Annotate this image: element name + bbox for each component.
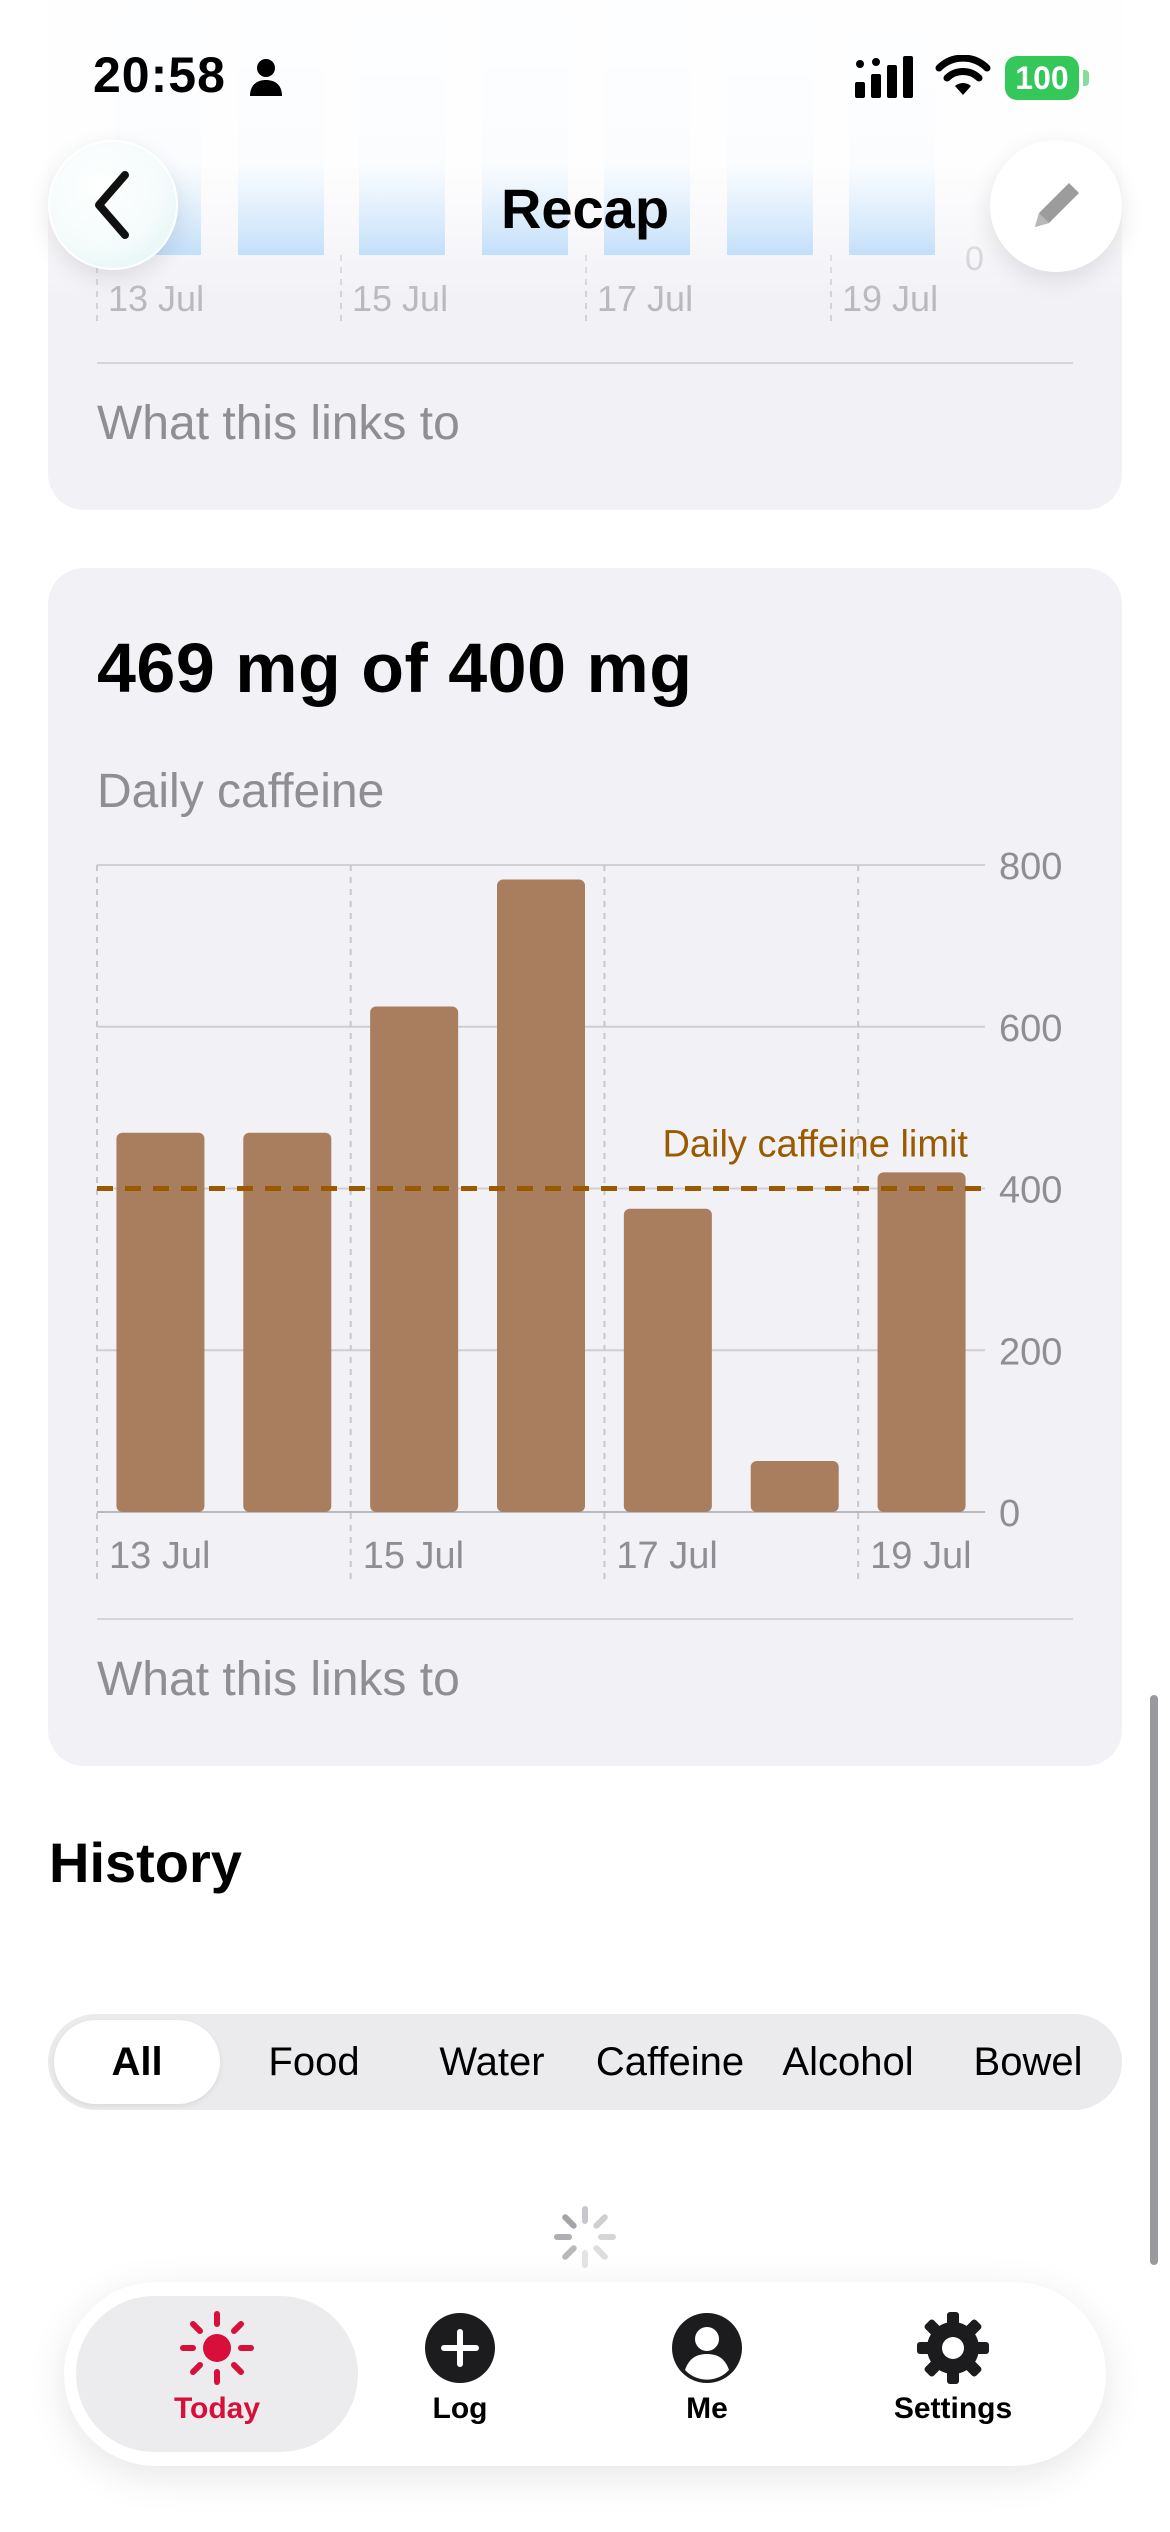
chart-limit-label: Daily caffeine limit	[662, 1124, 968, 1166]
person-circle-icon	[672, 2313, 742, 2383]
chart-y-tick: 800	[999, 846, 1062, 888]
filter-caffeine[interactable]: Caffeine	[582, 2014, 758, 2110]
filter-bowel[interactable]: Bowel	[938, 2014, 1118, 2110]
chart-bar	[750, 1461, 839, 1512]
filter-food[interactable]: Food	[226, 2014, 402, 2110]
caffeine-links-button[interactable]: What this links to	[97, 1652, 460, 1707]
plus-circle-icon	[425, 2313, 495, 2383]
chart-bar	[497, 879, 585, 1512]
gear-icon	[917, 2312, 989, 2384]
tab-log[interactable]: Log	[360, 2310, 560, 2450]
chart-y-tick: 600	[999, 1008, 1062, 1050]
tab-label: Log	[432, 2392, 488, 2425]
tab-label: Today	[173, 2392, 261, 2425]
divider	[97, 1618, 1073, 1620]
chart-x-tick: 17 Jul	[616, 1535, 717, 1577]
history-filter-control: All Food Water Caffeine Alcohol Bowel	[48, 2014, 1122, 2110]
filter-water[interactable]: Water	[402, 2014, 582, 2110]
caffeine-chart: 0 200 400 600 800 13 Jul 15 Jul 17 Jul 19 Jul Dai…	[96, 846, 1062, 1580]
tab-today[interactable]: Today	[117, 2310, 317, 2450]
chart-x-tick: 13 Jul	[109, 1535, 210, 1577]
tab-settings[interactable]: Settings	[853, 2310, 1053, 2450]
tab-me[interactable]: Me	[607, 2310, 807, 2450]
filter-alcohol[interactable]: Alcohol	[758, 2014, 938, 2110]
chart-bar	[877, 1172, 966, 1512]
tab-label: Me	[686, 2392, 728, 2425]
tab-label: Settings	[893, 2392, 1013, 2425]
chart-bar	[243, 1132, 332, 1512]
chart-x-tick: 19 Jul	[870, 1535, 971, 1577]
chart-y-tick: 200	[999, 1331, 1062, 1373]
chart-x-tick: 15 Jul	[363, 1535, 464, 1577]
chart-bar	[623, 1208, 712, 1512]
sun-icon	[180, 2311, 254, 2385]
loading-spinner-icon	[554, 2206, 616, 2268]
filter-all[interactable]: All	[54, 2020, 220, 2104]
scrollbar[interactable]	[1150, 1695, 1158, 2265]
history-title: History	[49, 1831, 242, 1894]
chart-y-tick: 0	[999, 1493, 1020, 1535]
chart-bar	[370, 1006, 459, 1512]
chart-y-tick: 400	[999, 1170, 1062, 1212]
